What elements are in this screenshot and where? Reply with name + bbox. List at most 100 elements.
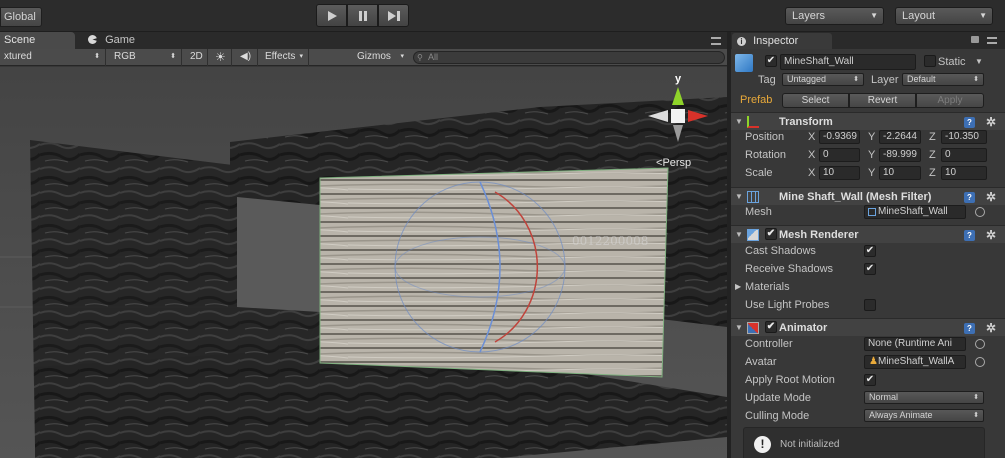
effects-label: Effects [265, 51, 296, 62]
scale-x-field[interactable]: 10 [819, 166, 860, 180]
scene-lighting-toggle[interactable]: ☀ [210, 49, 232, 66]
help-icon[interactable]: ? [964, 323, 975, 334]
help-icon[interactable]: ? [964, 192, 975, 203]
warning-icon: ! [754, 436, 771, 453]
scene-render: 0012200008 [0, 67, 727, 458]
help-icon[interactable]: ? [964, 117, 975, 128]
pause-button[interactable] [347, 4, 378, 27]
update-mode-dropdown[interactable]: Normal ⬍ [864, 391, 984, 404]
light-probes-checkbox[interactable] [864, 299, 876, 311]
position-label: Position [745, 131, 785, 143]
position-z-field[interactable]: -10.350 [941, 130, 987, 144]
controller-label: Controller [745, 338, 793, 350]
play-button[interactable] [316, 4, 347, 27]
object-picker-icon[interactable] [975, 207, 985, 217]
tag-label: Tag [758, 74, 776, 86]
tab-scene[interactable]: Scene [0, 32, 75, 49]
animator-status-box: ! Not initialized [743, 427, 985, 458]
render-mode-label: RGB [114, 51, 136, 62]
gizmos-label: Gizmos [357, 51, 391, 62]
scale-z-field[interactable]: 10 [941, 166, 987, 180]
mesh-grid-icon [868, 208, 876, 216]
prefab-label: Prefab [740, 94, 773, 106]
apply-root-motion-checkbox[interactable]: ✔ [864, 374, 876, 386]
persp-label[interactable]: <Persp [656, 157, 691, 169]
chevron-down-icon: ▾ [299, 53, 303, 60]
effects-dropdown[interactable]: Effects ▾ [261, 49, 309, 66]
light-probes-label: Use Light Probes [745, 299, 830, 311]
animator-enabled-checkbox[interactable]: ✔ [765, 321, 777, 333]
panel-menu-icon[interactable] [987, 37, 997, 44]
updown-arrows-icon: ⬍ [170, 53, 176, 60]
prefab-row: Prefab Select Revert Apply [731, 91, 1005, 109]
chevron-down-icon[interactable]: ▼ [975, 54, 983, 70]
animator-status-text: Not initialized [780, 439, 840, 450]
active-checkbox[interactable]: ✔ [765, 55, 777, 67]
culling-mode-value: Always Animate [869, 410, 933, 420]
animator-header[interactable]: ▼ ✔ Animator ? ✲ [731, 318, 1005, 336]
play-icon [327, 10, 337, 21]
playback-controls [316, 4, 409, 27]
help-icon[interactable]: ? [964, 230, 975, 241]
lock-icon[interactable] [971, 36, 979, 43]
gizmos-dropdown[interactable]: Gizmos ▾ [353, 49, 409, 66]
rotation-x-field[interactable]: 0 [819, 148, 860, 162]
plane-watermark: 0012200008 [572, 234, 648, 248]
prefab-revert-button[interactable]: Revert [849, 93, 916, 108]
pause-icon [358, 10, 367, 21]
scene-search-input[interactable]: ⚲ All [413, 51, 725, 64]
mesh-renderer-enabled-checkbox[interactable]: ✔ [765, 228, 777, 240]
tab-inspector[interactable]: i Inspector [732, 33, 832, 49]
culling-mode-row: Culling Mode Always Animate ⬍ [731, 407, 1005, 425]
shading-mode-dropdown[interactable]: xtured ⬍ [0, 49, 106, 66]
static-checkbox[interactable] [924, 55, 936, 67]
pivot-rotation-toggle[interactable]: Global [0, 7, 42, 27]
scene-audio-toggle[interactable]: ◀) [234, 49, 258, 66]
update-mode-row: Update Mode Normal ⬍ [731, 389, 1005, 407]
panel-menu-icon[interactable] [711, 37, 721, 45]
tab-game-label: Game [105, 34, 136, 46]
culling-mode-dropdown[interactable]: Always Animate ⬍ [864, 409, 984, 422]
prefab-apply-button[interactable]: Apply [916, 93, 984, 108]
layout-dropdown-label: Layout [902, 10, 936, 22]
persp-label-text: Persp [662, 157, 692, 169]
cast-shadows-checkbox[interactable]: ✔ [864, 245, 876, 257]
tab-game[interactable]: Game [84, 32, 154, 49]
mesh-object-field[interactable]: MineShaft_Wall [864, 205, 966, 219]
layout-dropdown[interactable]: Layout ▼ [895, 7, 993, 25]
prefab-select-button[interactable]: Select [782, 93, 849, 108]
layer-dropdown[interactable]: Default ⬍ [902, 73, 984, 86]
render-mode-dropdown[interactable]: RGB ⬍ [110, 49, 182, 66]
step-button[interactable] [378, 4, 409, 27]
mesh-label: Mesh [745, 206, 772, 218]
update-mode-value: Normal [869, 392, 899, 402]
avatar-object-field[interactable]: ♟ MineShaft_WallA [864, 355, 966, 369]
chevron-down-icon: ▾ [400, 53, 404, 60]
scale-label: Scale [745, 167, 773, 179]
mesh-row: Mesh MineShaft_Wall [731, 203, 1005, 221]
object-picker-icon[interactable] [975, 357, 985, 367]
controller-object-field[interactable]: None (Runtime Ani [864, 337, 966, 351]
position-y-field[interactable]: -2.2644 [879, 130, 921, 144]
scale-y-field[interactable]: 10 [879, 166, 921, 180]
updown-arrows-icon: ⬍ [973, 76, 979, 83]
receive-shadows-checkbox[interactable]: ✔ [864, 263, 876, 275]
tab-scene-label: Scene [4, 34, 36, 46]
layers-dropdown[interactable]: Layers ▼ [785, 7, 884, 25]
object-picker-icon[interactable] [975, 339, 985, 349]
main-toolbar: Global Layers ▼ Layout ▼ [0, 0, 1005, 32]
chevron-down-icon: ▼ [870, 11, 878, 20]
mesh-renderer-header[interactable]: ▼ ✔ Mesh Renderer ? ✲ [731, 225, 1005, 243]
expand-triangle-icon: ▶ [735, 282, 742, 291]
materials-row[interactable]: ▶ Materials [731, 278, 1005, 296]
object-name-field[interactable]: MineShaft_Wall [780, 54, 916, 70]
avatar-value: MineShaft_WallA [878, 356, 955, 367]
transform-axes-icon [747, 116, 759, 128]
position-x-field[interactable]: -0.9369 [819, 130, 860, 144]
axis-z-label: Z [929, 149, 936, 161]
2d-toggle-button[interactable]: 2D [186, 49, 208, 66]
tag-dropdown[interactable]: Untagged ⬍ [782, 73, 864, 86]
scene-viewport[interactable]: 0012200008 y <Persp [0, 67, 727, 458]
rotation-y-field[interactable]: -89.999 [879, 148, 921, 162]
rotation-z-field[interactable]: 0 [941, 148, 987, 162]
